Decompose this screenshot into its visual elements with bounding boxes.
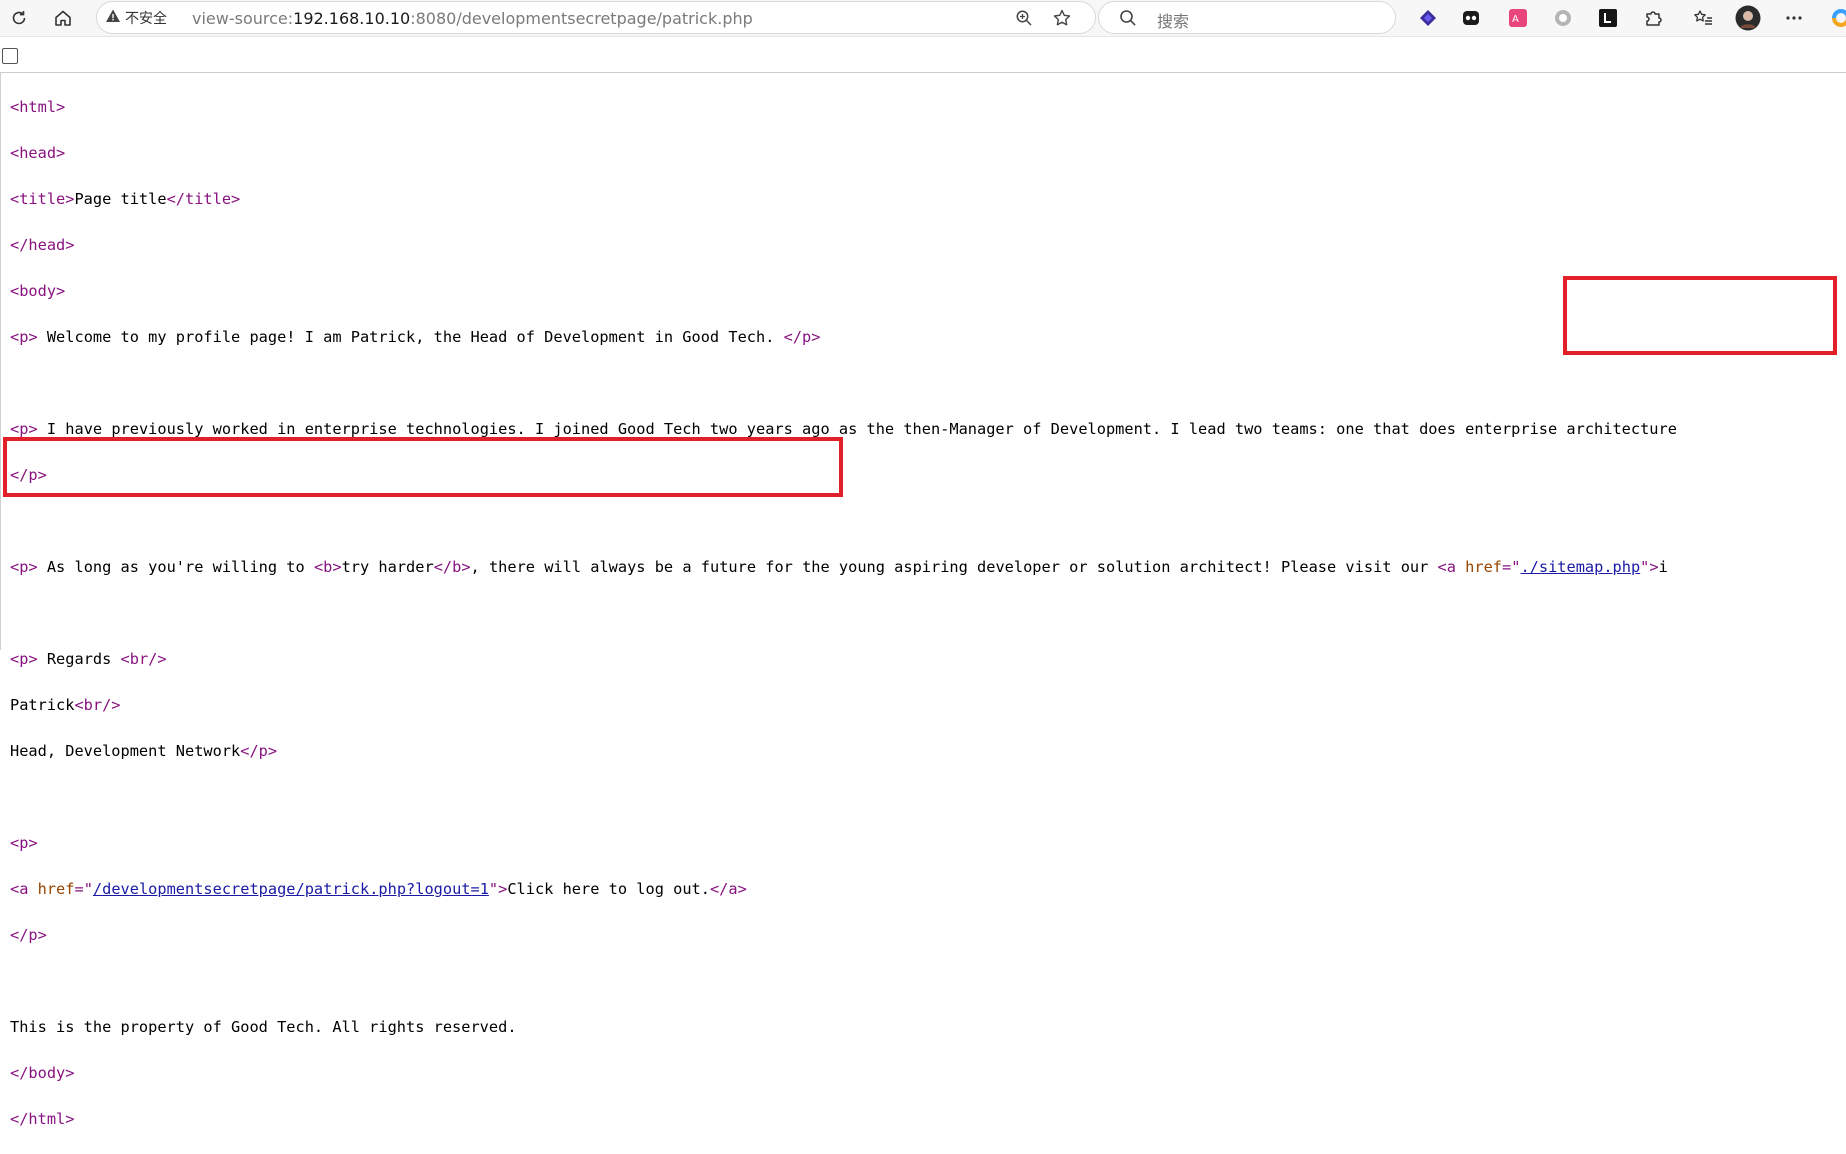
- source-line-13: <p> Regards <br/>: [10, 648, 1677, 671]
- extension-diamond-icon[interactable]: [1415, 5, 1441, 31]
- logout-link[interactable]: /developmentsecretpage/patrick.php?logou…: [93, 880, 489, 898]
- source-line-20: [10, 970, 1677, 993]
- home-icon[interactable]: [48, 3, 78, 33]
- attribute: href: [37, 880, 75, 898]
- tag: <html>: [10, 98, 66, 116]
- profile-avatar[interactable]: [1735, 5, 1761, 31]
- tag: =": [74, 880, 93, 898]
- source-line-2: <head>: [10, 142, 1677, 165]
- logout-highlight-box: [3, 437, 843, 497]
- search-icon: [1113, 3, 1143, 33]
- source-line-19: </p>: [10, 924, 1677, 947]
- text: i: [1658, 558, 1668, 576]
- source-line-17: <p>: [10, 832, 1677, 855]
- tag: <br/>: [120, 650, 167, 668]
- search-placeholder: 搜索: [1157, 12, 1190, 31]
- source-line-10: [10, 510, 1677, 533]
- tag: </b>: [433, 558, 471, 576]
- url-host: 192.168.10.10: [293, 9, 411, 28]
- warning-icon: [105, 8, 121, 28]
- sitemap-link[interactable]: ./sitemap.php: [1520, 558, 1640, 576]
- tag: </p>: [240, 742, 278, 760]
- text: Welcome to my profile page! I am Patrick…: [37, 328, 784, 346]
- zoom-icon[interactable]: [1009, 3, 1039, 33]
- security-label: 不安全: [125, 11, 167, 27]
- source-line-4: </head>: [10, 234, 1677, 257]
- text: Click here to log out.: [507, 880, 710, 898]
- source-line-5: <body>: [10, 280, 1677, 303]
- tag: </html>: [10, 1110, 75, 1128]
- tag: <b>: [313, 558, 342, 576]
- source-line-14: Patrick<br/>: [10, 694, 1677, 717]
- source-line-23: </html>: [10, 1108, 1677, 1131]
- source-line-6: <p> Welcome to my profile page! I am Pat…: [10, 326, 1677, 349]
- source-line-7: [10, 372, 1677, 395]
- text: Patrick: [10, 696, 75, 714]
- tag: <a: [10, 880, 38, 898]
- url-text[interactable]: view-source:192.168.10.10:8080/developme…: [192, 9, 753, 28]
- tag: </p>: [10, 926, 47, 944]
- text: Head, Development Network: [10, 742, 241, 760]
- extension-glasses-icon[interactable]: [1458, 5, 1484, 31]
- text: try harder: [341, 558, 434, 576]
- tag: </body>: [10, 1064, 75, 1082]
- tag: <body>: [10, 282, 66, 300]
- reload-icon[interactable]: [4, 3, 34, 33]
- search-box[interactable]: 搜索: [1098, 1, 1396, 34]
- tag: <title>: [10, 190, 75, 208]
- tag: <a: [1437, 558, 1466, 576]
- svg-text:A: A: [1512, 14, 1519, 25]
- sitemap-highlight-box: [1563, 276, 1837, 355]
- extension-translate-icon[interactable]: A: [1505, 5, 1531, 31]
- copilot-icon[interactable]: [1828, 5, 1846, 31]
- favorites-list-icon[interactable]: [1690, 5, 1716, 31]
- tag: </a>: [709, 880, 747, 898]
- text: , there will always be a future for the …: [470, 558, 1438, 576]
- text: Page title: [74, 190, 167, 208]
- tag: </head>: [10, 236, 75, 254]
- tag: <p>: [10, 834, 38, 852]
- tag: <p>: [10, 558, 38, 576]
- source-line-12: [10, 602, 1677, 625]
- source-line-3: <title>Page title</title>: [10, 188, 1677, 211]
- url-path: :8080/developmentsecretpage/patrick.php: [410, 9, 753, 28]
- browser-toolbar: 不安全 view-source:192.168.10.10:8080/devel…: [0, 0, 1846, 37]
- tag: ">: [1640, 558, 1659, 576]
- text: Regards: [37, 650, 121, 668]
- tag: <head>: [10, 144, 66, 162]
- extension-circle-icon[interactable]: [1550, 5, 1576, 31]
- source-line-18: <a href="/developmentsecretpage/patrick.…: [10, 878, 1677, 901]
- text: This is the property of Good Tech. All r…: [10, 1018, 517, 1036]
- extensions-puzzle-icon[interactable]: [1640, 5, 1666, 31]
- source-line-15: Head, Development Network</p>: [10, 740, 1677, 763]
- text: I have previously worked in enterprise t…: [37, 420, 1677, 438]
- source-line-16: [10, 786, 1677, 809]
- security-indicator[interactable]: 不安全: [105, 8, 167, 28]
- source-line-1: <html>: [10, 96, 1677, 119]
- tag: ">: [488, 880, 508, 898]
- line-wrap-checkbox[interactable]: [2, 48, 18, 64]
- page-source: <html> <head> <title>Page title</title> …: [10, 73, 1677, 1154]
- attribute: href: [1465, 558, 1503, 576]
- extension-l-icon[interactable]: [1595, 5, 1621, 31]
- tag: <p>: [10, 328, 38, 346]
- source-line-22: </body>: [10, 1062, 1677, 1085]
- tag: </p>: [783, 328, 821, 346]
- url-prefix: view-source:: [192, 9, 294, 28]
- tag: =": [1502, 558, 1521, 576]
- source-line-21: This is the property of Good Tech. All r…: [10, 1016, 1677, 1039]
- favorite-star-icon[interactable]: [1047, 3, 1077, 33]
- tag: <p>: [10, 650, 38, 668]
- text: As long as you're willing to: [37, 558, 314, 576]
- source-line-11: <p> As long as you're willing to <b>try …: [10, 556, 1677, 579]
- more-menu-icon[interactable]: [1781, 5, 1807, 31]
- tag: </title>: [166, 190, 241, 208]
- tag: <p>: [10, 420, 38, 438]
- gutter-line: [0, 73, 1, 650]
- address-bar[interactable]: 不安全 view-source:192.168.10.10:8080/devel…: [96, 1, 1096, 34]
- tag: <br/>: [74, 696, 121, 714]
